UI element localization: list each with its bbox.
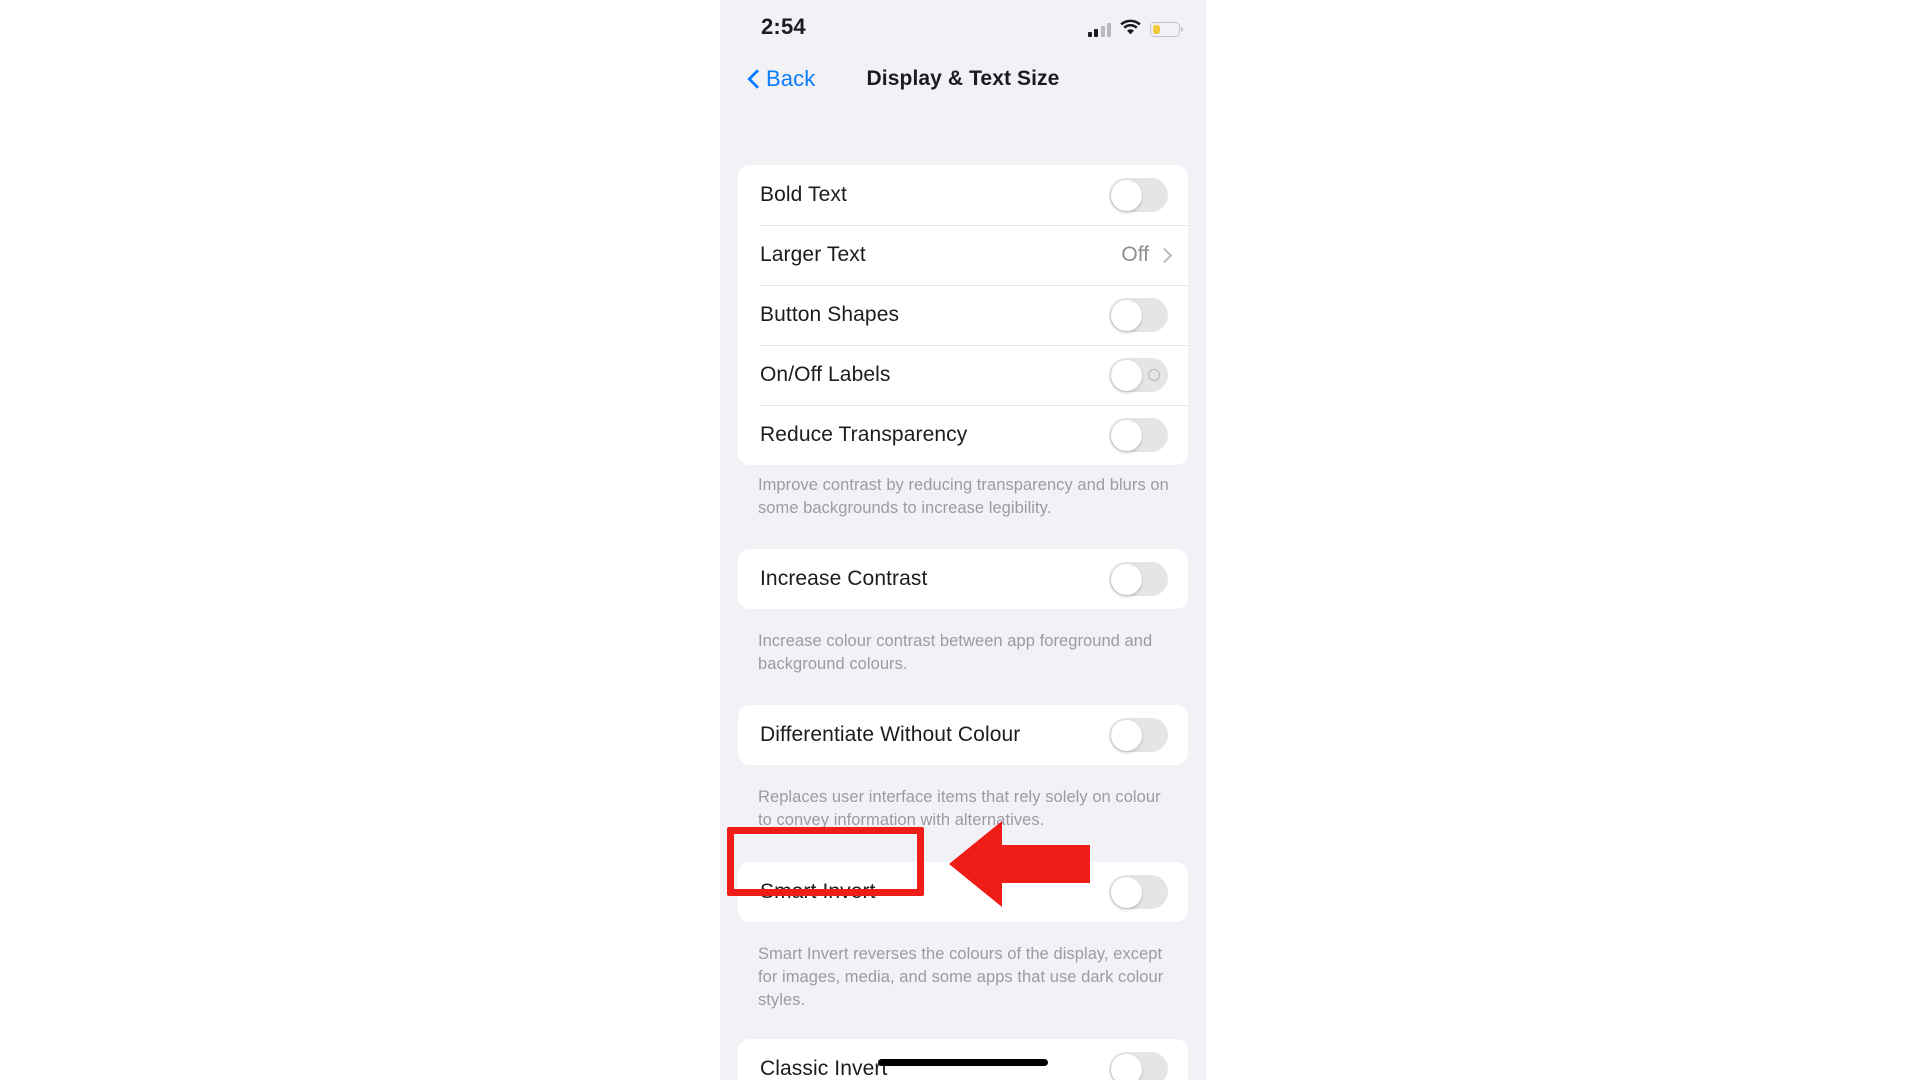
section-text-and-transparency: Bold Text Larger Text Off Button Shapes … [738,165,1188,465]
wifi-icon [1120,19,1141,40]
row-value: Off [1121,243,1149,266]
row-control [1109,298,1188,332]
settings-list[interactable]: Bold Text Larger Text Off Button Shapes … [720,112,1206,1080]
status-bar-time: 2:54 [761,14,806,39]
row-label: Larger Text [760,243,866,266]
row-smart-invert[interactable]: Smart Invert [738,862,1188,922]
page-title: Display & Text Size [866,67,1060,90]
toggle-knob [1110,563,1142,595]
toggle-on-off-labels[interactable] [1109,358,1168,392]
row-label: Smart Invert [760,880,876,903]
row-control [1109,178,1188,212]
row-control: Off [1121,243,1188,267]
toggle-knob [1110,876,1142,908]
row-label: Classic Invert [760,1057,888,1080]
row-control [1109,875,1188,909]
status-bar: 2:54 [720,0,1206,58]
footnote-smart-invert: Smart Invert reverses the colours of the… [758,945,1164,1009]
phone-screen: 2:54 Back Display & Text Size Bold Text … [720,0,1206,1080]
row-reduce-transparency[interactable]: Reduce Transparency [738,405,1188,465]
toggle-knob [1110,1053,1142,1080]
row-label: Reduce Transparency [760,423,968,446]
chevron-right-icon [1159,247,1168,263]
screenshot-canvas: 2:54 Back Display & Text Size Bold Text … [0,0,1920,1080]
row-label: Differentiate Without Colour [760,723,1021,746]
status-bar-icons [1087,18,1184,40]
cellular-signal-icon [1087,22,1111,37]
navigation-bar: Back Display & Text Size [720,58,1206,112]
toggle-reduce-transparency[interactable] [1109,418,1168,452]
toggle-knob [1110,299,1142,331]
toggle-increase-contrast[interactable] [1109,562,1168,596]
row-control [1109,358,1188,392]
battery-low-icon [1150,21,1184,37]
row-label: Button Shapes [760,303,900,326]
toggle-button-shapes[interactable] [1109,298,1168,332]
toggle-knob [1110,359,1142,391]
row-differentiate-without-colour[interactable]: Differentiate Without Colour [738,705,1188,765]
row-button-shapes[interactable]: Button Shapes [738,285,1188,345]
row-control [1109,418,1188,452]
row-control [1109,718,1188,752]
row-increase-contrast[interactable]: Increase Contrast [738,549,1188,609]
toggle-knob [1110,719,1142,751]
row-label: On/Off Labels [760,363,891,386]
row-larger-text[interactable]: Larger Text Off [738,225,1188,285]
toggle-off-label-icon [1148,369,1160,381]
home-indicator[interactable] [878,1059,1048,1066]
section-smart-invert: Smart Invert [738,862,1188,922]
section-increase-contrast: Increase Contrast [738,549,1188,609]
row-control [1109,1052,1188,1080]
toggle-differentiate-without-colour[interactable] [1109,718,1168,752]
row-label: Bold Text [760,183,847,206]
row-on-off-labels[interactable]: On/Off Labels [738,345,1188,405]
row-bold-text[interactable]: Bold Text [738,165,1188,225]
row-label: Increase Contrast [760,567,928,590]
toggle-classic-invert[interactable] [1109,1052,1168,1080]
section-differentiate-without-colour: Differentiate Without Colour [738,705,1188,765]
toggle-smart-invert[interactable] [1109,875,1168,909]
toggle-knob [1110,179,1142,211]
toggle-bold-text[interactable] [1109,178,1168,212]
footnote-increase-contrast: Increase colour contrast between app for… [758,632,1153,673]
footnote-differentiate-without-colour: Replaces user interface items that rely … [758,788,1161,829]
footnote-text-and-transparency: Improve contrast by reducing transparenc… [758,476,1169,517]
row-control [1109,562,1188,596]
toggle-knob [1110,419,1142,451]
